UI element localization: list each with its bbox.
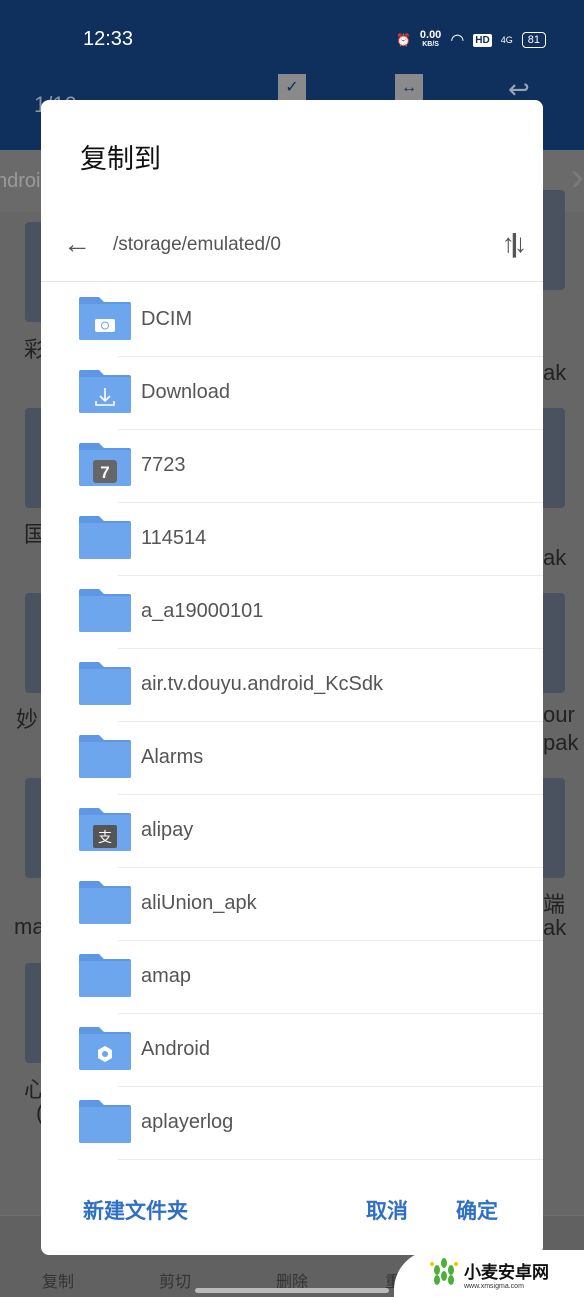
folder-row[interactable]: a_a19000101 xyxy=(41,576,543,649)
folder-icon xyxy=(79,589,131,632)
folder-name: Android xyxy=(141,1038,210,1060)
folder-icon xyxy=(79,662,131,705)
folder-icon xyxy=(79,1027,131,1070)
chevron-right-icon: › xyxy=(570,155,584,199)
folder-icon xyxy=(79,881,131,924)
folder-name: aliUnion_apk xyxy=(141,892,257,914)
sort-icon[interactable]: ↑|↓ xyxy=(502,228,527,259)
cancel-button[interactable]: 取消 xyxy=(366,1195,408,1225)
folder-name: air.tv.douyu.android_KcSdk xyxy=(141,673,384,695)
bg-label: pak xyxy=(543,730,579,755)
copy-to-dialog: 复制到 ← /storage/emulated/0 ↑|↓ DCIM Downlo… xyxy=(41,100,543,1255)
folder-row[interactable]: DCIM xyxy=(41,284,543,357)
folder-row[interactable]: aplayerlog xyxy=(41,1087,543,1160)
folder-row[interactable]: Download xyxy=(41,357,543,430)
folder-name: aplayerlog xyxy=(141,1111,234,1133)
swap-icon[interactable]: ↔ xyxy=(395,74,423,102)
folder-name: Download xyxy=(141,381,230,403)
bg-label: ak xyxy=(543,360,567,385)
svg-text:支: 支 xyxy=(98,829,112,845)
folder-row[interactable]: 支 alipay xyxy=(41,795,543,868)
new-folder-button[interactable]: 新建文件夹 xyxy=(83,1195,188,1225)
path-bar: ← /storage/emulated/0 ↑|↓ xyxy=(41,220,543,282)
hd-badge: HD xyxy=(473,33,492,47)
folder-row[interactable]: amap xyxy=(41,941,543,1014)
cut-action[interactable]: 剪切 xyxy=(159,1268,191,1292)
current-path: /storage/emulated/0 xyxy=(113,234,281,255)
svg-text:7: 7 xyxy=(100,463,109,482)
folder-name: a_a19000101 xyxy=(141,600,264,622)
folder-row[interactable]: aliUnion_apk xyxy=(41,868,543,941)
folder-icon: 7 xyxy=(79,443,131,486)
status-bar: 12:33 ⏰ 0.00 KB/S ◠ HD 4G 81 xyxy=(0,26,584,54)
dialog-actions: 新建文件夹 取消 确定 xyxy=(41,1190,543,1230)
net-speed-unit: KB/S xyxy=(422,41,439,48)
bg-label: 妙 xyxy=(16,707,39,732)
wifi-icon: ◠ xyxy=(450,32,465,49)
alarm-icon: ⏰ xyxy=(395,33,411,47)
status-time: 12:33 xyxy=(83,28,134,50)
folder-name: amap xyxy=(141,965,192,987)
bg-label: ak xyxy=(543,915,567,940)
bg-label: ak xyxy=(543,545,567,570)
folder-row[interactable]: 7 7723 xyxy=(41,430,543,503)
back-arrow-icon[interactable]: ← xyxy=(63,228,91,260)
folder-name: Alarms xyxy=(141,746,204,768)
select-all-icon[interactable]: ✓ xyxy=(278,74,306,102)
folder-icon xyxy=(79,370,131,413)
bg-label: our xyxy=(543,702,575,727)
watermark-url: www.xmsigma.com xyxy=(464,1282,524,1290)
folder-row[interactable]: air.tv.douyu.android_KcSdk xyxy=(41,649,543,722)
bg-label: ma xyxy=(14,914,45,939)
wheat-logo-icon xyxy=(430,1257,458,1285)
folder-name: DCIM xyxy=(141,308,193,330)
home-indicator[interactable] xyxy=(195,1288,389,1293)
folder-row[interactable]: Alarms xyxy=(41,722,543,795)
battery-indicator: 81 xyxy=(521,32,546,48)
folder-icon xyxy=(79,516,131,559)
folder-icon xyxy=(79,297,131,340)
dialog-title: 复制到 xyxy=(80,144,161,174)
folder-name: alipay xyxy=(141,819,194,841)
folder-list[interactable]: DCIM Download 7 7723 114514 a_a19000101 air.tv… xyxy=(41,284,543,1160)
folder-icon xyxy=(79,735,131,778)
watermark-name: 小麦安卓网 xyxy=(464,1262,549,1282)
folder-name: 7723 xyxy=(141,454,186,476)
folder-row[interactable]: 114514 xyxy=(41,503,543,576)
watermark: 小麦安卓网 www.xmsigma.com xyxy=(394,1250,584,1297)
signal-icon: 4G xyxy=(500,35,513,45)
folder-row[interactable]: Android xyxy=(41,1014,543,1087)
folder-icon: 支 xyxy=(79,808,131,851)
folder-icon xyxy=(79,1100,131,1143)
net-speed: 0.00 KB/S xyxy=(420,30,441,49)
copy-action[interactable]: 复制 xyxy=(42,1268,74,1292)
folder-name: 114514 xyxy=(141,527,207,549)
confirm-button[interactable]: 确定 xyxy=(456,1195,498,1225)
folder-icon xyxy=(79,954,131,997)
